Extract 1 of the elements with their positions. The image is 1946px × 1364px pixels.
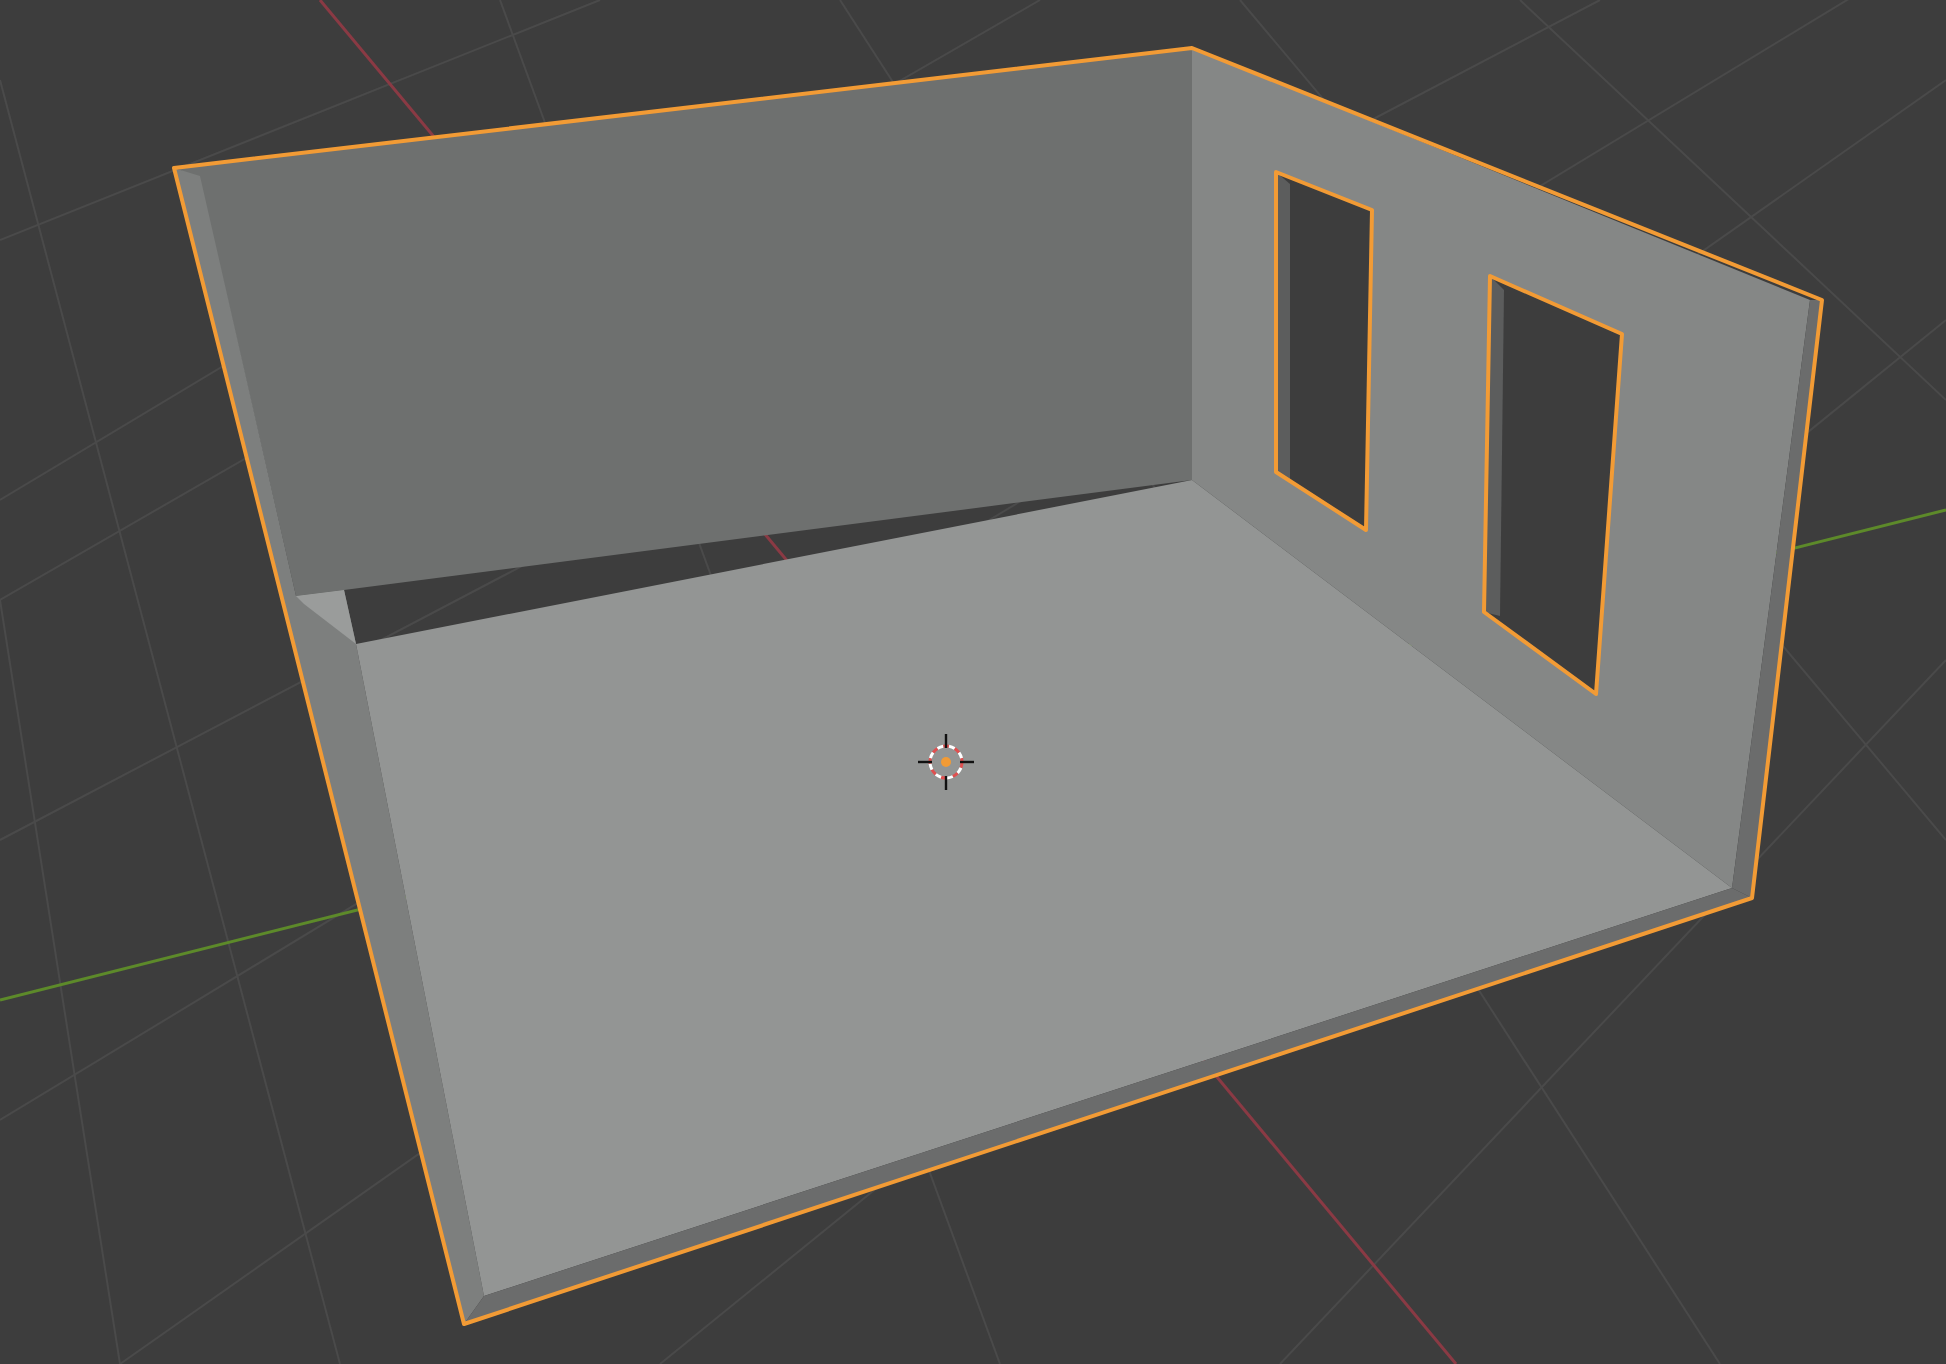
3d-cursor-icon — [918, 734, 974, 790]
